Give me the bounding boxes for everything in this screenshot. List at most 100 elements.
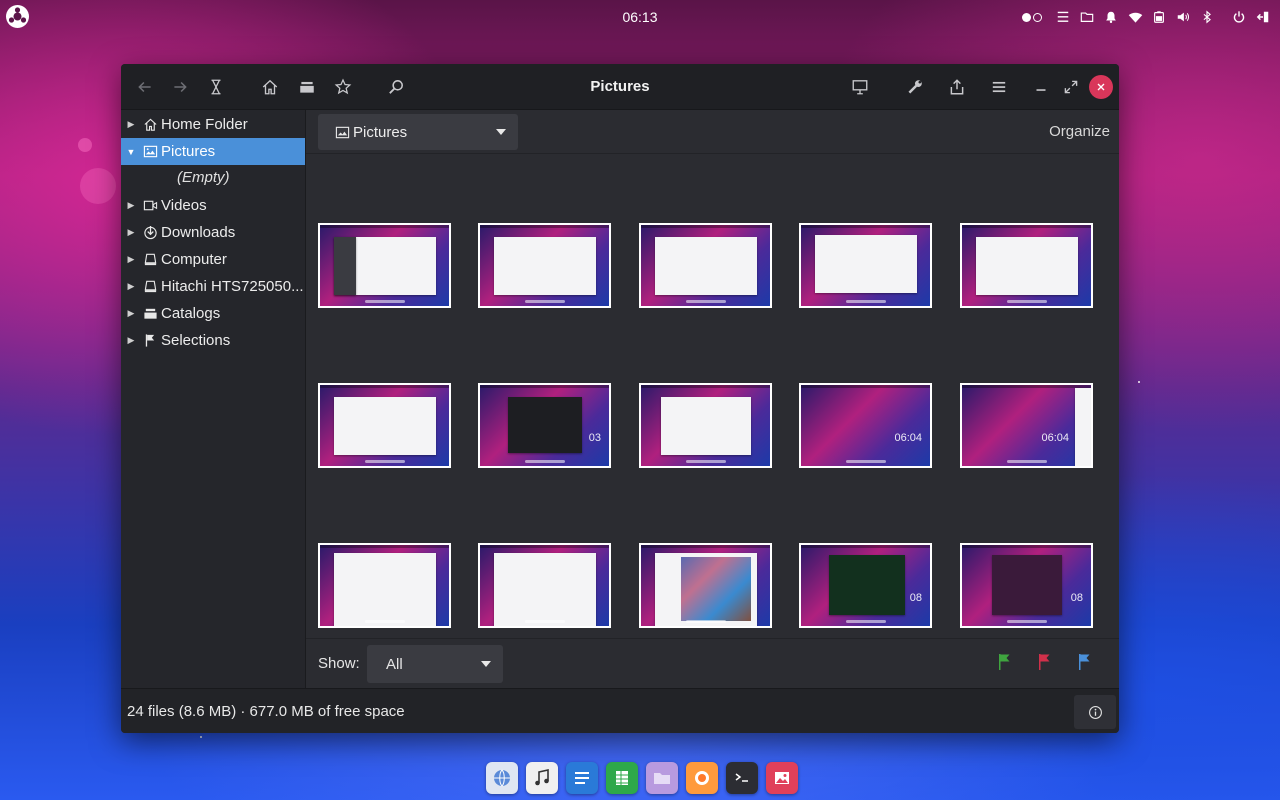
top-panel: 06:13: [0, 0, 1280, 34]
preferences-icon[interactable]: [903, 75, 927, 99]
show-filter-dropdown[interactable]: All: [367, 645, 503, 683]
wallpaper-bokeh: [78, 138, 92, 152]
thumbnail[interactable]: [799, 223, 932, 308]
wallpaper-bokeh: [80, 168, 116, 204]
thumbnail[interactable]: [318, 223, 451, 308]
expand-arrow-icon[interactable]: ▶: [121, 308, 141, 319]
browser-content: Pictures Organize 03 06:04 06:04 08 08 S…: [305, 110, 1119, 688]
chevron-down-icon: [496, 129, 506, 135]
close-icon: [1097, 83, 1105, 91]
show-filter-value: All: [386, 655, 403, 673]
thumbnail[interactable]: [318, 383, 451, 468]
slideshow-icon[interactable]: [848, 75, 872, 99]
sidebar-item-catalogs[interactable]: ▶ Catalogs: [121, 300, 305, 327]
blue-flag-icon[interactable]: [1076, 653, 1094, 673]
sidebar: ▶ Home Folder ▼ Pictures (Empty) ▶ Video…: [121, 110, 305, 688]
sidebar-empty-placeholder: (Empty): [177, 169, 230, 186]
menu-icon[interactable]: [987, 75, 1011, 99]
status-text: 24 files (8.6 MB) · 677.0 MB of free spa…: [127, 703, 405, 720]
location-dropdown[interactable]: Pictures: [318, 114, 518, 150]
minimize-icon[interactable]: [1029, 75, 1053, 99]
thumbnail-clock: 06:04: [1041, 432, 1069, 444]
maximize-icon[interactable]: [1059, 75, 1083, 99]
pictures-folder-icon: [335, 126, 350, 138]
terminal-icon[interactable]: [726, 762, 758, 794]
share-icon[interactable]: [945, 75, 969, 99]
text-editor-icon[interactable]: [566, 762, 598, 794]
show-label: Show:: [318, 655, 360, 672]
thumbnail[interactable]: [960, 223, 1093, 308]
expand-arrow-icon[interactable]: ▶: [121, 200, 141, 211]
firefox-icon[interactable]: [686, 762, 718, 794]
image-browser-window: Pictures ▶ Home Folder ▼ Pictures (Empty…: [121, 64, 1119, 733]
thumbnail[interactable]: [639, 223, 772, 308]
info-button[interactable]: [1074, 695, 1116, 729]
sidebar-item-label: Pictures: [161, 143, 216, 160]
expand-arrow-icon[interactable]: ▶: [121, 119, 141, 130]
thumbnail[interactable]: 06:04: [960, 383, 1093, 468]
thumbnail[interactable]: 08: [799, 543, 932, 628]
expand-arrow-icon[interactable]: ▶: [121, 227, 141, 238]
status-bar: 24 files (8.6 MB) · 677.0 MB of free spa…: [121, 688, 1119, 733]
thumbnail[interactable]: [478, 543, 611, 628]
sidebar-item-computer[interactable]: ▶ Computer: [121, 246, 305, 273]
browser-icon[interactable]: [486, 762, 518, 794]
thumbnail[interactable]: 08: [960, 543, 1093, 628]
music-icon[interactable]: [526, 762, 558, 794]
thumbnail-clock: 06:04: [894, 432, 922, 444]
chevron-down-icon: [481, 661, 491, 667]
bell-icon[interactable]: [1102, 8, 1120, 26]
drive-icon: [141, 279, 159, 295]
green-flag-icon[interactable]: [996, 653, 1014, 673]
home-icon: [141, 117, 159, 133]
notes-icon[interactable]: [1054, 8, 1072, 26]
thumbnail[interactable]: [639, 543, 772, 628]
thumbnail[interactable]: [318, 543, 451, 628]
thumbnail-clock: 08: [1070, 592, 1083, 604]
expand-arrow-icon[interactable]: ▶: [121, 335, 141, 346]
spreadsheet-icon[interactable]: [606, 762, 638, 794]
files-icon[interactable]: [646, 762, 678, 794]
battery-icon[interactable]: [1150, 8, 1168, 26]
thumbnail[interactable]: [478, 223, 611, 308]
sidebar-item-label: Home Folder: [161, 116, 248, 133]
sidebar-item-hitachi-drive[interactable]: ▶ Hitachi HTS725050...: [121, 273, 305, 300]
bluetooth-icon[interactable]: [1198, 8, 1216, 26]
folder-icon[interactable]: [1078, 8, 1096, 26]
expand-arrow-icon[interactable]: ▶: [121, 254, 141, 265]
thumbnail-grid: 03 06:04 06:04 08 08: [306, 154, 1119, 638]
organize-button[interactable]: Organize: [1049, 123, 1110, 140]
red-flag-icon[interactable]: [1036, 653, 1054, 673]
videos-icon: [141, 198, 159, 214]
window-title: Pictures: [590, 78, 650, 95]
computer-icon: [141, 252, 159, 268]
sidebar-item-label: Computer: [161, 251, 227, 268]
thumbnail[interactable]: 03: [478, 383, 611, 468]
collapse-arrow-icon[interactable]: ▼: [121, 147, 141, 157]
logout-icon[interactable]: [1254, 8, 1272, 26]
sidebar-item-label: Hitachi HTS725050...: [161, 278, 304, 295]
system-tray: [1022, 7, 1272, 27]
volume-icon[interactable]: [1174, 8, 1192, 26]
thumbnail[interactable]: [639, 383, 772, 468]
workspace-dots-icon[interactable]: [1022, 12, 1048, 22]
pictures-folder-icon: [141, 144, 159, 160]
wifi-icon[interactable]: [1126, 8, 1144, 26]
thumbnail-clock: 03: [588, 432, 601, 444]
sidebar-item-label: Videos: [161, 197, 207, 214]
image-viewer-icon[interactable]: [766, 762, 798, 794]
close-button[interactable]: [1089, 75, 1113, 99]
thumbnail[interactable]: 06:04: [799, 383, 932, 468]
sidebar-item-downloads[interactable]: ▶ Downloads: [121, 219, 305, 246]
wallpaper-star: [1138, 381, 1140, 383]
header-bar: Pictures: [121, 64, 1119, 110]
downloads-icon: [141, 225, 159, 241]
power-icon[interactable]: [1230, 8, 1248, 26]
sidebar-item-label: Downloads: [161, 224, 236, 241]
dock: [484, 760, 800, 796]
sidebar-item-home-folder[interactable]: ▶ Home Folder: [121, 111, 305, 138]
expand-arrow-icon[interactable]: ▶: [121, 281, 141, 292]
sidebar-item-pictures[interactable]: ▼ Pictures: [121, 138, 305, 165]
sidebar-item-selections[interactable]: ▶ Selections: [121, 327, 305, 354]
sidebar-item-videos[interactable]: ▶ Videos: [121, 192, 305, 219]
